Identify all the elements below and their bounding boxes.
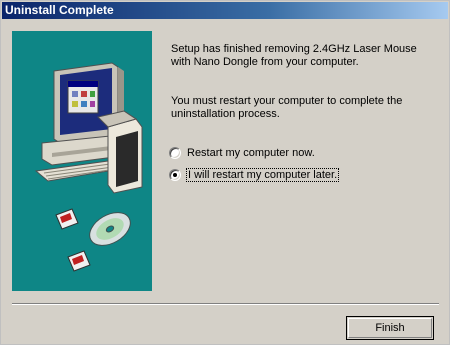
restart-now-radio[interactable]	[169, 147, 181, 159]
button-separator	[12, 303, 439, 305]
removal-message: Setup has finished removing 2.4GHz Laser…	[171, 43, 417, 68]
restart-later-label[interactable]: I will restart my computer later.	[185, 168, 340, 182]
window-title: Uninstall Complete	[5, 3, 114, 17]
radio-selected-dot	[173, 173, 177, 177]
title-bar[interactable]: Uninstall Complete	[2, 2, 448, 19]
computer-illustration	[34, 62, 143, 272]
restart-now-option[interactable]: Restart my computer now.	[169, 145, 315, 161]
finish-button[interactable]: Finish	[346, 316, 434, 340]
side-panel-illustration	[12, 31, 152, 291]
cd-disc-icon	[89, 212, 131, 246]
finish-button-label: Finish	[375, 322, 405, 334]
floppy-disk-icon	[55, 208, 91, 272]
restart-message: You must restart your computer to comple…	[171, 95, 403, 120]
restart-later-radio[interactable]	[169, 169, 181, 181]
restart-now-label[interactable]: Restart my computer now.	[187, 147, 315, 159]
uninstall-dialog: Uninstall Complete Setup has finished re…	[0, 0, 450, 345]
restart-later-option[interactable]: I will restart my computer later.	[169, 167, 340, 183]
